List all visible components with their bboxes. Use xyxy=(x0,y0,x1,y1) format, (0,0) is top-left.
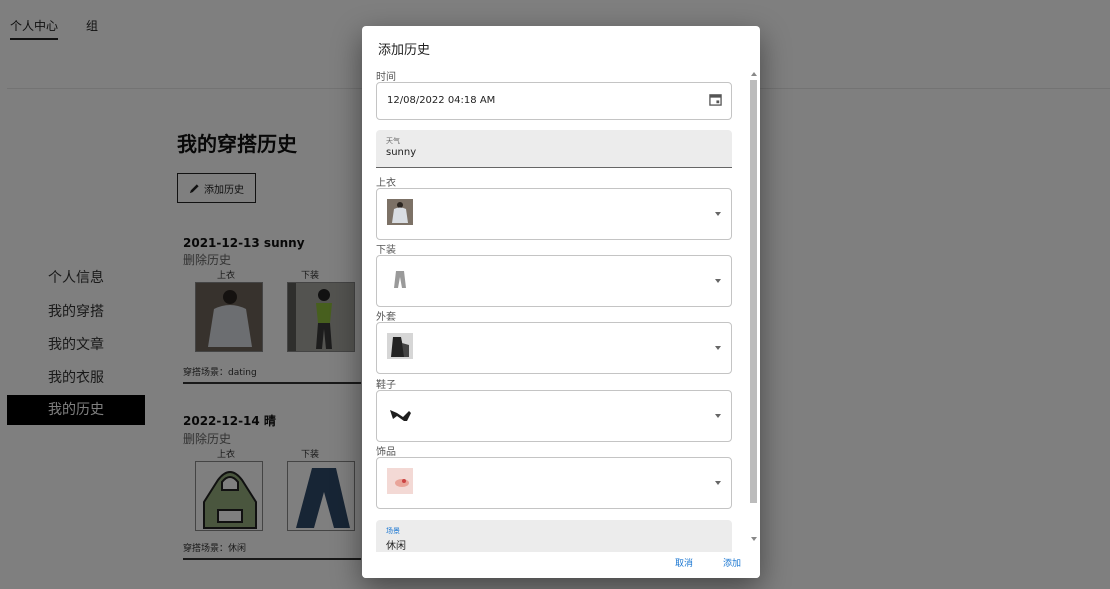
top-select[interactable] xyxy=(376,188,732,240)
scrollbar-thumb[interactable] xyxy=(750,80,757,503)
chevron-down-icon xyxy=(715,279,721,283)
confirm-add-button[interactable]: 添加 xyxy=(723,556,741,569)
add-history-dialog: 添加历史 时间 12/08/2022 04:18 AM 天气 sunny 上衣 … xyxy=(362,26,760,578)
chevron-down-icon xyxy=(715,414,721,418)
outerwear-select[interactable] xyxy=(376,322,732,374)
heels-thumbnail xyxy=(387,401,413,427)
weather-value: sunny xyxy=(386,147,417,158)
bottom-label: 下装 xyxy=(376,245,396,256)
dialog-actions: 取消 添加 xyxy=(362,552,760,578)
scene-value: 休闲 xyxy=(386,541,406,552)
chevron-down-icon xyxy=(715,212,721,216)
accessory-label: 饰品 xyxy=(376,447,396,458)
shirt-thumbnail xyxy=(387,199,413,225)
shoes-label: 鞋子 xyxy=(376,380,396,391)
app-root: 个人中心 组 个人信息 我的穿搭 我的文章 我的衣服 我的历史 我的穿搭历史 添… xyxy=(0,0,1110,589)
dialog-title: 添加历史 xyxy=(378,43,431,58)
outerwear-label: 外套 xyxy=(376,312,396,323)
chevron-down-icon xyxy=(715,481,721,485)
scene-field[interactable]: 场景 休闲 xyxy=(376,520,732,556)
shoes-select[interactable] xyxy=(376,390,732,442)
top-label: 上衣 xyxy=(376,178,396,189)
chevron-down-icon xyxy=(715,346,721,350)
weather-label: 天气 xyxy=(386,137,400,145)
calendar-icon[interactable] xyxy=(709,93,722,106)
bracelet-thumbnail xyxy=(387,468,413,494)
bottom-select[interactable] xyxy=(376,255,732,307)
scroll-down-icon[interactable] xyxy=(751,537,757,541)
time-label: 时间 xyxy=(376,72,396,83)
pants-thumbnail xyxy=(387,266,413,292)
cancel-button[interactable]: 取消 xyxy=(675,556,693,569)
coat-thumbnail xyxy=(387,333,413,359)
time-value: 12/08/2022 04:18 AM xyxy=(387,95,496,106)
scroll-up-icon[interactable] xyxy=(751,72,757,76)
time-field[interactable]: 12/08/2022 04:18 AM xyxy=(376,82,732,120)
weather-field[interactable]: 天气 sunny xyxy=(376,130,732,168)
scene-label: 场景 xyxy=(386,527,400,535)
accessory-select[interactable] xyxy=(376,457,732,509)
